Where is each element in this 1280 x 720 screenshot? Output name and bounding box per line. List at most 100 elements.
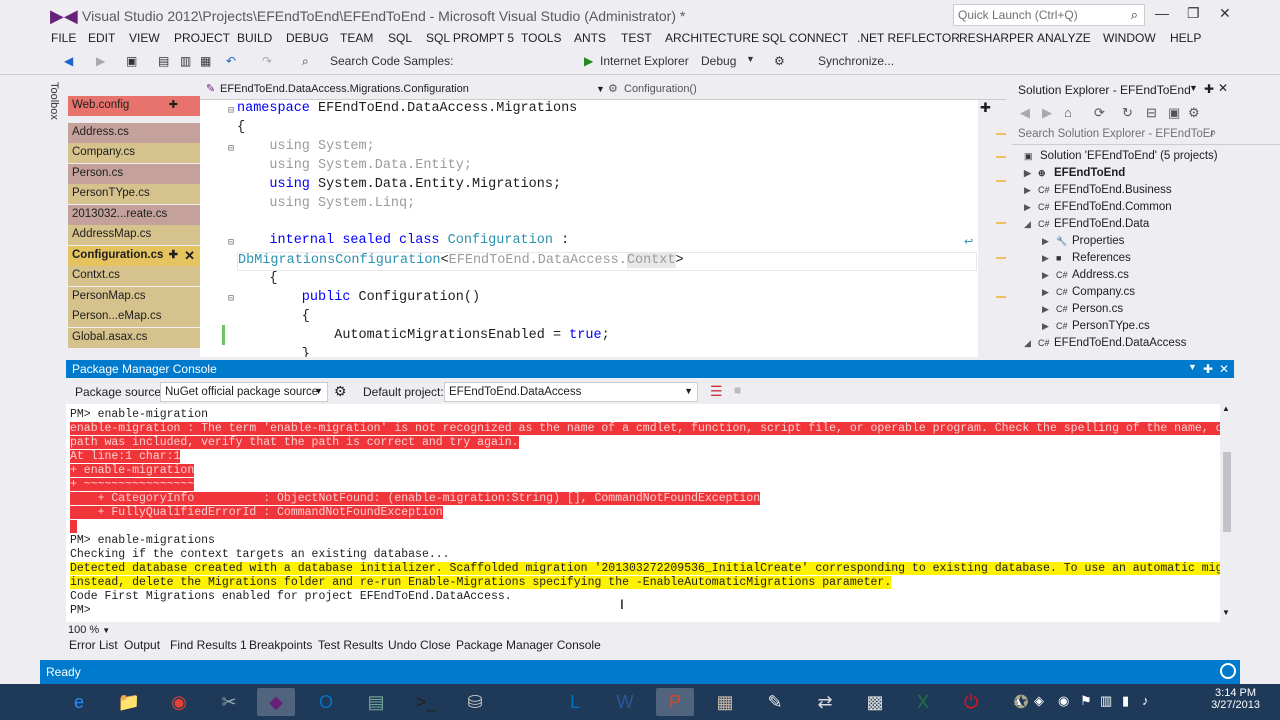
calculator-icon[interactable]: ▩ (856, 688, 894, 716)
stop-icon[interactable]: ■ (734, 383, 741, 397)
menu-net-reflector[interactable]: .NET REFLECTOR (857, 31, 960, 45)
scroll-up-icon[interactable]: ▲ (1222, 404, 1230, 413)
pin-icon[interactable]: ✚ (169, 248, 178, 261)
refresh-icon[interactable]: ↻ (1122, 105, 1133, 121)
type-dropdown[interactable]: EFEndToEnd.DataAccess.Migrations.Configu… (220, 83, 469, 95)
scroll-down-icon[interactable]: ▼ (1222, 608, 1230, 617)
tab-package-manager-console[interactable]: Package Manager Console (456, 638, 601, 652)
menu-sql-connect[interactable]: SQL CONNECT (762, 31, 848, 45)
tree-item-project[interactable]: ▶ C# EFEndToEnd.Business (1024, 184, 1172, 201)
config-select[interactable]: Debug (701, 54, 736, 68)
system-clock[interactable]: 3:14 PM 3/27/2013 (1211, 687, 1260, 711)
tab-undo-close[interactable]: Undo Close (388, 638, 451, 652)
show-all-icon[interactable]: ▣ (1168, 105, 1180, 121)
file-tab-persontype[interactable]: PersonTYpe.cs (68, 184, 200, 205)
notification-icon[interactable] (1220, 663, 1236, 679)
tree-item-folder[interactable]: ▶ ■ References (1042, 252, 1131, 269)
collapse-all-icon[interactable]: ⊟ (1146, 105, 1157, 121)
expand-icon[interactable]: ▶ (1042, 253, 1056, 264)
tab-test-results[interactable]: Test Results (318, 638, 383, 652)
app-icon[interactable]: ▤ (357, 688, 395, 716)
collapse-icon[interactable]: ◢ (1024, 219, 1038, 230)
menu-analyze[interactable]: ANALYZE (1037, 31, 1091, 45)
member-dropdown[interactable]: Configuration() (624, 83, 697, 95)
network-icon[interactable]: ⇄ (806, 688, 844, 716)
file-tab-person[interactable]: Person.cs (68, 163, 200, 184)
collapse-icon[interactable]: ◢ (1024, 338, 1038, 349)
chevron-down-icon[interactable]: ▼ (1188, 362, 1197, 372)
menu-help[interactable]: HELP (1170, 31, 1201, 45)
split-icon[interactable]: ✚ (980, 100, 991, 116)
file-tab-contxt[interactable]: Contxt.cs (68, 266, 200, 287)
tray-signal-icon[interactable]: ▮ (1122, 693, 1129, 709)
tray-app-icon[interactable]: ◉ (1058, 693, 1069, 709)
menu-architecture[interactable]: ARCHITECTURE (665, 31, 759, 45)
expand-icon[interactable]: ▶ (1024, 185, 1038, 196)
file-tab-web-config[interactable]: Web.config ✚ (68, 96, 200, 116)
tray-network-icon[interactable]: ▥ (1100, 693, 1112, 709)
pin-icon[interactable]: ✚ (169, 98, 178, 111)
chevron-down-icon[interactable]: ▼ (596, 84, 605, 94)
file-tab-persontypemap[interactable]: Person...eMap.cs (68, 307, 200, 328)
new-project-icon[interactable]: ▣ (126, 54, 137, 68)
save-icon[interactable]: ▥ (180, 54, 191, 68)
close-icon[interactable]: ✕ (184, 248, 195, 264)
menu-edit[interactable]: EDIT (88, 31, 115, 45)
tab-breakpoints[interactable]: Breakpoints (249, 638, 312, 652)
expand-icon[interactable]: ▶ (1042, 287, 1056, 298)
menu-tools[interactable]: TOOLS (521, 31, 561, 45)
expand-icon[interactable]: ▶ (1024, 168, 1038, 179)
pin-icon[interactable]: ✚ (1203, 362, 1213, 376)
tree-item-project[interactable]: ▶ ⊕ EFEndToEnd (1024, 167, 1125, 184)
code-editor[interactable]: ⊟ namespace EFEndToEnd.DataAccess.Migrat… (200, 100, 978, 357)
default-project-select[interactable]: EFEndToEnd.DataAccess ▼ (444, 382, 698, 402)
tray-volume-icon[interactable]: ♪ (1142, 693, 1149, 708)
menu-debug[interactable]: DEBUG (286, 31, 329, 45)
collapse-icon[interactable]: ⊟ (228, 105, 234, 117)
open-file-icon[interactable]: ▤ (158, 54, 169, 68)
maximize-button[interactable]: ❐ (1187, 5, 1200, 22)
toolbox-tab[interactable]: Toolbox (44, 78, 66, 358)
package-source-select[interactable]: NuGet official package source ▼ (160, 382, 328, 402)
save-all-icon[interactable]: ▦ (200, 54, 211, 68)
collapse-icon[interactable]: ⊟ (228, 143, 234, 155)
word-icon[interactable]: W (606, 688, 644, 716)
minimize-button[interactable]: — (1155, 5, 1169, 21)
back-icon[interactable]: ◀ (1020, 105, 1030, 121)
tray-flag-icon[interactable]: ⚑ (1080, 693, 1092, 709)
visual-studio-icon[interactable]: ◆ (257, 688, 295, 716)
expand-icon[interactable]: ▶ (1024, 202, 1038, 213)
properties-icon[interactable]: ⚙ (1188, 105, 1200, 121)
tree-item-file[interactable]: ▶ C# Company.cs (1042, 286, 1135, 303)
database-icon[interactable]: ⛁ (456, 688, 494, 716)
lync-icon[interactable]: L (556, 688, 594, 716)
tools-icon[interactable]: ✂ (210, 688, 248, 716)
synchronize-button[interactable]: Synchronize... (818, 54, 894, 68)
tab-error-list[interactable]: Error List (69, 638, 118, 652)
file-tab-configuration[interactable]: Configuration.cs ✚ ✕ (68, 245, 200, 266)
file-explorer-icon[interactable]: 📁 (110, 688, 148, 716)
tree-item-folder[interactable]: ▶ 🔧 Properties (1042, 235, 1124, 252)
tab-find-results[interactable]: Find Results 1 (170, 638, 247, 652)
expand-icon[interactable]: ▶ (1042, 270, 1056, 281)
chevron-down-icon[interactable]: ▼ (746, 54, 755, 64)
home-icon[interactable]: ⌂ (1064, 105, 1072, 120)
collapse-icon[interactable]: ⊟ (228, 237, 234, 249)
chrome-icon[interactable]: ◉ (160, 688, 198, 716)
close-icon[interactable]: ✕ (1218, 81, 1228, 95)
start-debug-icon[interactable]: ▶ (584, 54, 593, 68)
tab-output[interactable]: Output (124, 638, 160, 652)
expand-icon[interactable]: ▶ (1042, 236, 1056, 247)
solution-search-input[interactable]: Search Solution Explorer - EFEndToEr ⌕ (1012, 125, 1280, 145)
tree-item-file[interactable]: ▶ C# Person.cs (1042, 303, 1123, 320)
browser-select[interactable]: Internet Explorer (600, 54, 689, 68)
redo-icon[interactable]: ↷ (262, 54, 272, 68)
menu-test[interactable]: TEST (621, 31, 652, 45)
menu-resharper[interactable]: RESHARPER (959, 31, 1034, 45)
pmc-console-output[interactable]: PM> enable-migration enable-migration : T… (66, 404, 1220, 622)
tree-item-project[interactable]: ◢ C# EFEndToEnd.DataAccess (1024, 337, 1186, 354)
file-tab-address[interactable]: Address.cs (68, 122, 200, 143)
menu-build[interactable]: BUILD (237, 31, 272, 45)
undo-icon[interactable]: ↶ (226, 54, 236, 68)
back-icon[interactable]: ◀ (64, 54, 73, 68)
